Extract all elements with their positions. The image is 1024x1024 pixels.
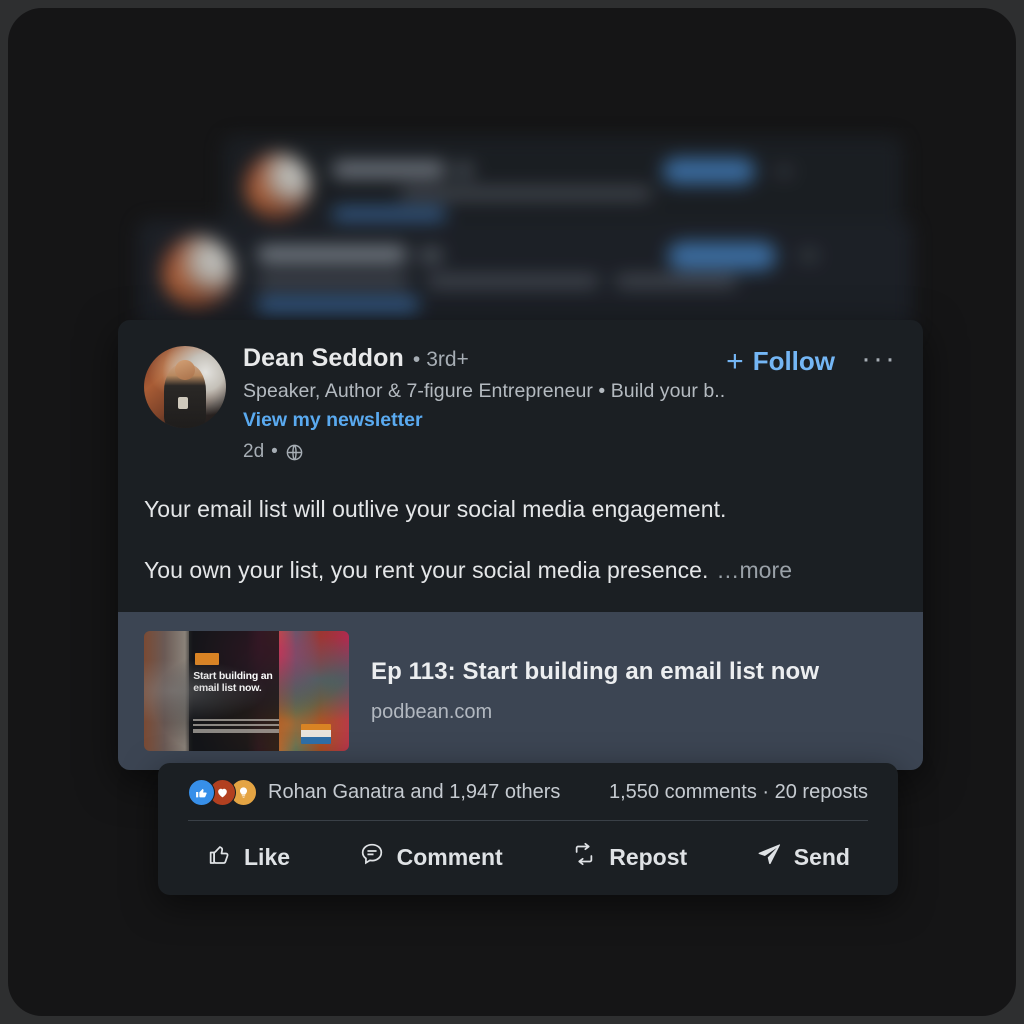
comment-button-label: Comment: [396, 843, 503, 870]
author-info: Dean Seddon • 3rd+ Speaker, Author & 7-f…: [243, 344, 726, 463]
avatar: [245, 153, 311, 219]
follow-button[interactable]: + Follow: [726, 346, 835, 377]
author-degree: 3rd+: [426, 348, 469, 371]
post-header-actions: + Follow ···: [726, 344, 897, 377]
author-separator: •: [412, 348, 421, 371]
background-degree: [455, 164, 473, 176]
newsletter-link[interactable]: View my newsletter: [243, 409, 423, 432]
link-preview-domain: podbean.com: [371, 701, 493, 724]
comment-bubble-icon: [359, 841, 385, 873]
background-headline-c: [616, 276, 736, 287]
post-meta: 2d •: [243, 441, 726, 463]
link-preview-meta: Ep 113: Start building an email list now…: [371, 658, 819, 724]
send-button[interactable]: Send: [746, 837, 860, 877]
globe-icon: [285, 443, 304, 462]
post-body: Dean Seddon • 3rd+ Speaker, Author & 7-f…: [118, 320, 923, 612]
avatar: [162, 236, 234, 308]
post-timestamp: 2d: [243, 441, 265, 462]
comment-button[interactable]: Comment: [349, 837, 513, 877]
thumbs-up-icon: [206, 841, 232, 873]
device-frame: Dean Seddon • 3rd+ Speaker, Author & 7-f…: [8, 8, 1016, 1016]
post-paragraph-2-wrap: You own your list, you rent your social …: [144, 554, 897, 587]
more-options-icon[interactable]: ···: [861, 344, 897, 374]
post-paragraph-2: You own your list, you rent your social …: [144, 556, 709, 583]
reaction-badges: [188, 779, 257, 806]
post-paragraph-1: Your email list will outlive your social…: [144, 496, 727, 522]
repost-arrows-icon: [571, 841, 597, 873]
author-name[interactable]: Dean Seddon: [243, 344, 404, 373]
link-preview-card[interactable]: Start building an email list now. Ep 113…: [118, 612, 923, 771]
send-button-label: Send: [793, 843, 850, 870]
like-button-label: Like: [244, 843, 291, 870]
background-headline-a: [258, 276, 408, 287]
see-more-button[interactable]: …more: [716, 557, 792, 583]
background-newsletter-link: [258, 298, 418, 312]
background-follow-button: [668, 242, 776, 270]
background-follow-button: [663, 158, 755, 184]
social-bar: Rohan Ganatra and 1,947 others 1,550 com…: [158, 763, 898, 895]
send-paper-plane-icon: [756, 841, 782, 873]
screenshot-root: Dean Seddon • 3rd+ Speaker, Author & 7-f…: [0, 0, 1024, 1024]
plus-icon: +: [726, 344, 744, 378]
social-counts-row: Rohan Ganatra and 1,947 others 1,550 com…: [186, 763, 870, 820]
post-header: Dean Seddon • 3rd+ Speaker, Author & 7-f…: [144, 344, 897, 463]
background-more-menu: [800, 250, 818, 261]
background-degree: [420, 249, 442, 262]
repost-button-label: Repost: [609, 843, 688, 870]
reactions-summary[interactable]: Rohan Ganatra and 1,947 others: [188, 779, 560, 806]
background-headline: [401, 188, 651, 199]
background-more-menu: [776, 167, 792, 176]
comments-reposts-count[interactable]: 1,550 comments · 20 reposts: [609, 781, 868, 804]
reaction-summary-text: Rohan Ganatra and 1,947 others: [268, 781, 561, 803]
follow-button-label: Follow: [752, 346, 836, 376]
repost-button[interactable]: Repost: [561, 837, 697, 877]
background-author-name: [258, 246, 406, 263]
post-text: Your email list will outlive your social…: [144, 493, 897, 586]
meta-separator: •: [271, 441, 278, 462]
author-headline: Speaker, Author & 7-figure Entrepreneur …: [243, 380, 727, 402]
avatar-badge: [177, 396, 189, 410]
post-card: Dean Seddon • 3rd+ Speaker, Author & 7-f…: [118, 320, 923, 771]
thumbnail-vignette: [144, 631, 349, 752]
author-name-line: Dean Seddon • 3rd+: [243, 344, 726, 373]
link-preview-title: Ep 113: Start building an email list now: [371, 658, 820, 686]
action-buttons-row: Like Comment Repost Send: [186, 821, 870, 895]
avatar[interactable]: [144, 346, 226, 428]
like-button[interactable]: Like: [196, 837, 300, 877]
background-author-name: [333, 162, 445, 177]
avatar-head: [175, 359, 195, 380]
thumbs-up-icon: [188, 779, 215, 806]
link-preview-thumbnail: Start building an email list now.: [144, 631, 349, 752]
background-headline-b: [428, 276, 598, 287]
